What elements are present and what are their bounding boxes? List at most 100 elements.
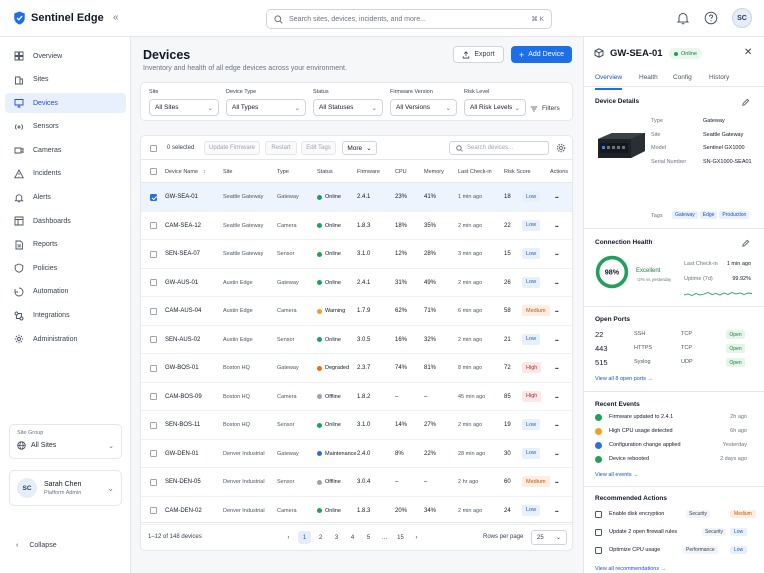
row-actions-kebab-icon[interactable]: ••• [555,309,559,314]
table-row[interactable]: SEN-BOS-11 Boston HQ Sensor Online 3.1.0 14% 2… [141,411,572,440]
filter-select[interactable]: All Sites ⌄ [149,99,219,116]
tab-config[interactable]: Config [673,72,692,81]
pagination-page[interactable]: 1 [298,531,311,544]
column-header-site[interactable]: Site [223,169,232,175]
tab-history[interactable]: History [709,72,729,81]
row-actions-kebab-icon[interactable]: ••• [555,480,559,485]
row-actions-kebab-icon[interactable]: ••• [555,281,559,286]
filter-select[interactable]: All Statuses ⌄ [313,99,383,116]
table-row[interactable]: GW-BOS-01 Boston HQ Gateway Degraded 2.3.7 74… [141,354,572,383]
filters-button[interactable]: Filters [530,100,560,117]
device-name-cell[interactable]: SEN-SEA-07 [165,251,200,257]
column-header-cpu[interactable]: CPU [395,169,407,175]
row-checkbox[interactable] [150,421,157,429]
recommendation-text[interactable]: Enable disk encryption [609,511,664,517]
column-header-status[interactable]: Status [317,169,333,175]
table-row[interactable]: SEN-SEA-07 Seattle Gateway Sensor Online 3.1… [141,240,572,269]
sidebar-item-automation[interactable]: Automation [5,282,126,302]
row-actions-kebab-icon[interactable]: ••• [555,366,559,371]
site-group-selector[interactable]: Site Group All Sites ⌄ [9,424,122,459]
tab-health[interactable]: Health [639,72,658,81]
table-row[interactable]: CAM-BOS-09 Boston HQ Camera Offline 1.8.2 – – 4… [141,383,572,411]
table-row[interactable]: CAM-SEA-12 Seattle Gateway Camera Online 1.8… [141,212,572,240]
edit-pencil-icon[interactable] [741,98,750,107]
row-checkbox[interactable] [150,307,157,315]
search-input[interactable]: Search sites, devices, incidents, and mo… [289,16,525,23]
header-checkbox[interactable] [150,168,157,175]
device-name-cell[interactable]: CAM-BOS-09 [165,394,202,400]
restart-button[interactable]: Restart [265,141,297,155]
device-name-cell[interactable]: GW-SEA-01 [165,194,198,200]
row-checkbox[interactable] [150,336,157,343]
device-name-cell[interactable]: CAM-DEN-02 [165,508,202,514]
sidebar-item-devices[interactable]: Devices [5,93,126,114]
global-search[interactable]: Search sites, devices, incidents, and mo… [266,9,552,29]
view-all-ports-link[interactable]: View all 8 open ports → [595,376,653,382]
sidebar-item-sites[interactable]: Sites [5,70,126,90]
row-actions-kebab-icon[interactable]: ••• [555,252,559,257]
column-header-firmware[interactable]: Firmware [357,169,380,175]
device-name-cell[interactable]: CAM-SEA-12 [165,223,201,229]
filter-select[interactable]: All Risk Levels ⌄ [464,99,526,116]
row-checkbox[interactable] [150,507,157,514]
table-row[interactable]: SEN-AUS-02 Austin Edge Sensor Online 3.0.5 16… [141,326,572,354]
collapse-button[interactable]: ‹ Collapse [16,542,57,549]
table-settings-gear-icon[interactable] [556,143,566,153]
pagination-next-icon[interactable]: › [410,531,423,544]
sidebar-item-administration[interactable]: Administration [5,329,126,349]
row-actions-kebab-icon[interactable]: ••• [555,509,559,514]
pagination-page[interactable]: 4 [346,531,359,544]
device-name-cell[interactable]: GW-DEN-01 [165,451,199,457]
column-header-last-check-in[interactable]: Last Check-in [458,169,492,175]
device-name-cell[interactable]: GW-BOS-01 [165,365,199,371]
device-name-cell[interactable]: SEN-AUS-02 [165,337,200,343]
rows-per-page-select[interactable]: 25 ⌄ [531,530,567,545]
sidebar-item-reports[interactable]: Reports [5,235,126,255]
table-row[interactable]: CAM-AUS-04 Austin Edge Camera Warning 1.7.9 6… [141,297,572,326]
row-actions-kebab-icon[interactable]: ••• [555,452,559,457]
sidebar-item-cameras[interactable]: Cameras [5,140,126,160]
sidebar-item-integrations[interactable]: Integrations [5,306,126,326]
collapse-sidebar-icon[interactable]: « [113,12,119,23]
user-avatar[interactable]: SC [732,8,752,28]
row-checkbox[interactable] [150,450,157,457]
edit-pencil-icon[interactable] [741,239,750,248]
export-button[interactable]: Export [453,46,504,63]
pagination-page[interactable]: 5 [362,531,375,544]
update-firmware-button[interactable]: Update Firmware [204,141,260,155]
row-actions-kebab-icon[interactable]: ••• [555,338,559,343]
row-checkbox[interactable] [150,393,157,400]
row-actions-kebab-icon[interactable]: ••• [555,395,559,400]
filter-select[interactable]: All Versions ⌄ [390,99,457,116]
row-checkbox[interactable] [150,364,157,372]
user-card[interactable]: SC Sarah Chen Platform Admin ⌄ [9,470,122,506]
more-actions-button[interactable]: More ⌄ [342,141,377,155]
edit-tags-button[interactable]: Edit Tags [301,141,336,155]
table-search-input[interactable]: Search devices... [449,141,549,155]
row-actions-kebab-icon[interactable]: ••• [555,423,559,428]
filter-select[interactable]: All Types ⌄ [226,99,306,116]
row-checkbox[interactable] [150,193,157,201]
app-logo[interactable]: Sentinel Edge [13,11,104,25]
device-name-cell[interactable]: GW-AUS-01 [165,280,198,286]
sidebar-item-sensors[interactable]: Sensors [5,117,126,137]
device-name-cell[interactable]: CAM-AUS-04 [165,308,201,314]
table-row[interactable]: SEN-DEN-05 Denver Industrial Sensor Offline… [141,468,572,497]
device-name-cell[interactable]: SEN-DEN-05 [165,479,201,485]
row-checkbox[interactable] [150,279,157,286]
pagination-prev-icon[interactable]: ‹ [282,531,295,544]
sidebar-item-overview[interactable]: Overview [5,46,126,66]
close-icon[interactable]: ✕ [744,47,752,58]
sidebar-item-dashboards[interactable]: Dashboards [5,211,126,231]
sidebar-item-incidents[interactable]: Incidents [5,164,126,184]
sidebar-item-policies[interactable]: Policies [5,258,126,278]
help-icon[interactable] [704,11,718,25]
pagination-page[interactable]: 3 [330,531,343,544]
view-all-events-link[interactable]: View all events → [595,472,639,478]
pagination-page[interactable]: 2 [314,531,327,544]
table-row[interactable]: GW-SEA-01 Seattle Gateway Gateway Online 2.4… [141,183,572,212]
table-row[interactable]: CAM-DEN-02 Denver Industrial Camera Online 1… [141,497,572,525]
row-actions-kebab-icon[interactable]: ••• [555,195,559,200]
device-name-cell[interactable]: SEN-BOS-11 [165,422,200,428]
column-header-memory[interactable]: Memory [424,169,444,175]
